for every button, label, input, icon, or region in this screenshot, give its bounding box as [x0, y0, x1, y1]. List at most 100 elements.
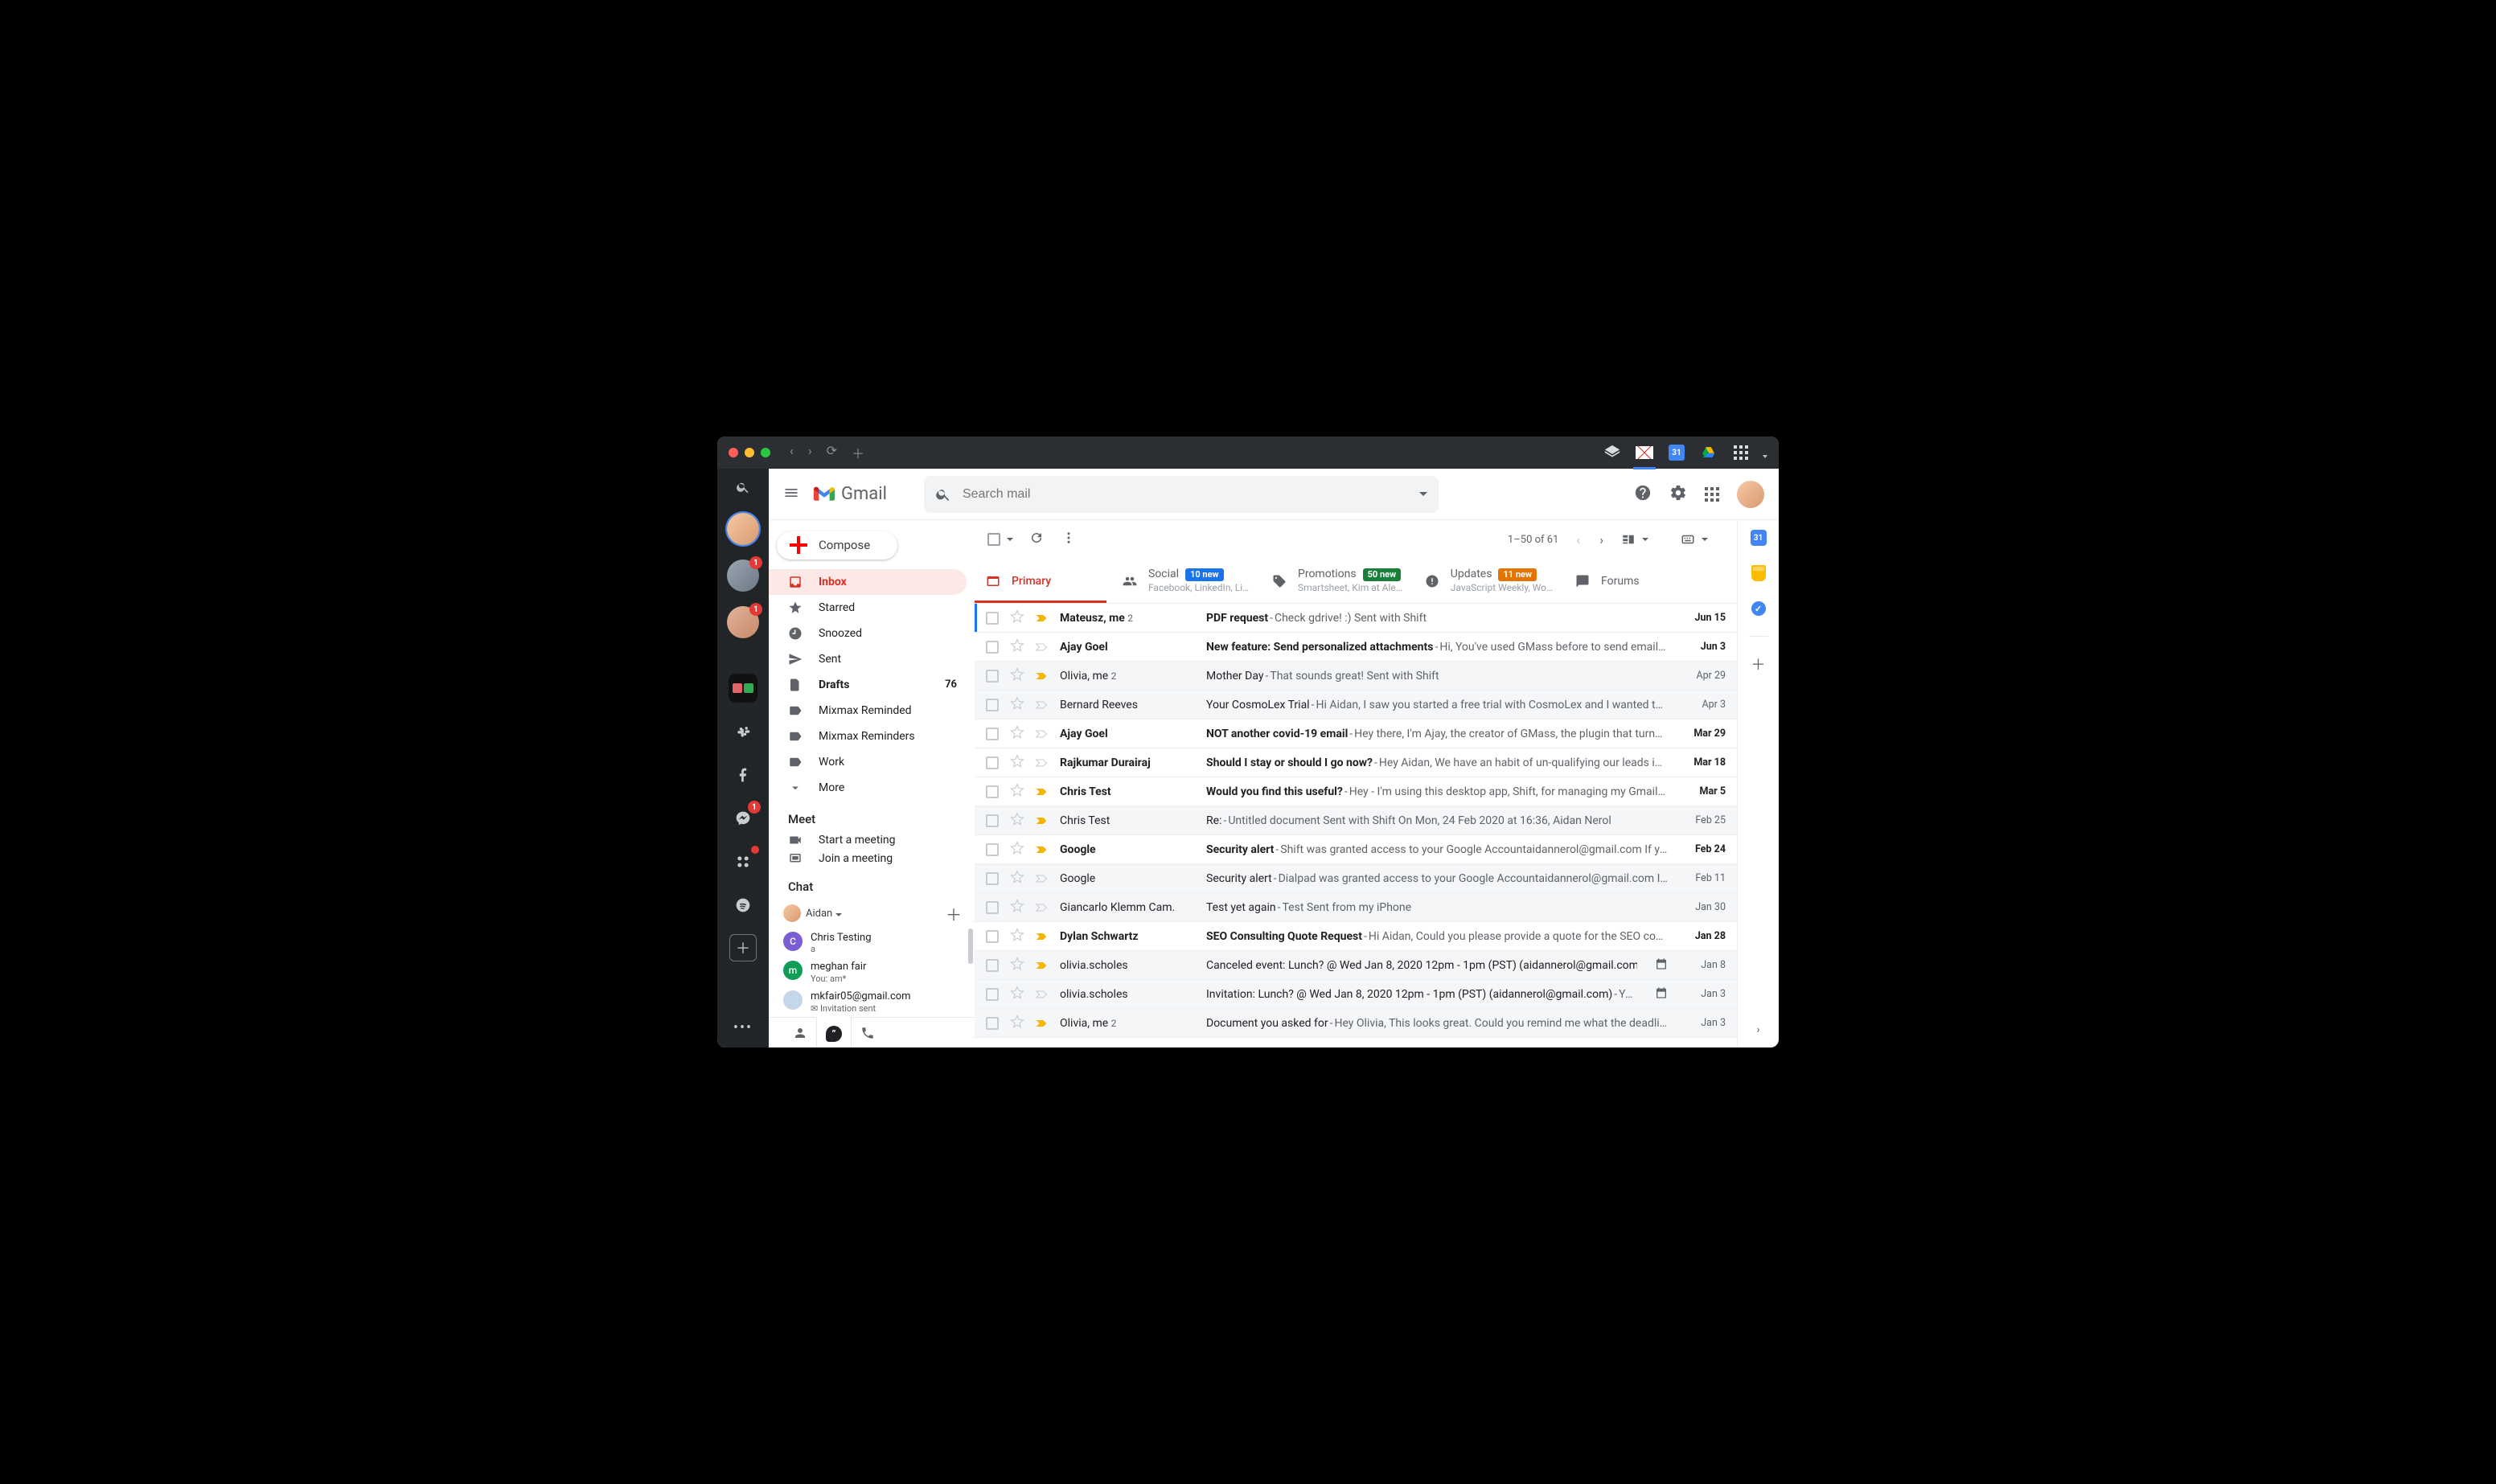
gmail-logo[interactable]: Gmail: [812, 484, 887, 504]
rail-collapse-button[interactable]: ›: [1751, 1022, 1767, 1038]
nav-item-inbox[interactable]: Inbox: [769, 569, 967, 595]
nav-item-mixmax-reminders[interactable]: Mixmax Reminders: [769, 724, 967, 749]
nav-item-snoozed[interactable]: Snoozed: [769, 621, 967, 646]
chat-item[interactable]: mmeghan fairYou: am*: [769, 957, 975, 987]
input-tools-button[interactable]: [1681, 532, 1724, 547]
mail-row[interactable]: Dylan SchwartzSEO Consulting Quote Reque…: [975, 922, 1737, 951]
star-icon[interactable]: [1010, 609, 1024, 627]
rail-tasks-icon[interactable]: ✓: [1751, 601, 1767, 617]
star-icon[interactable]: [1010, 841, 1024, 859]
star-icon[interactable]: [1010, 986, 1024, 1003]
dock-app-contacts[interactable]: [729, 674, 757, 703]
importance-marker[interactable]: [1036, 613, 1049, 624]
row-checkbox[interactable]: [986, 901, 999, 914]
star-icon[interactable]: [1010, 783, 1024, 801]
tab-promotions[interactable]: Promotions50 newSmartsheet, Kim at Ale…: [1261, 559, 1414, 603]
dock-app-spotify[interactable]: [729, 891, 757, 920]
star-icon[interactable]: [1010, 638, 1024, 656]
row-checkbox[interactable]: [986, 699, 999, 711]
nav-item-mixmax-reminded[interactable]: Mixmax Reminded: [769, 698, 967, 724]
search-box[interactable]: [924, 476, 1439, 513]
rail-keep-icon[interactable]: [1751, 565, 1767, 581]
back-button[interactable]: ‹: [790, 443, 794, 462]
star-icon[interactable]: [1010, 754, 1024, 772]
mail-row[interactable]: Ajay GoelNOT another covid-19 email - He…: [975, 719, 1737, 748]
row-checkbox[interactable]: [986, 814, 999, 827]
phone-tab[interactable]: [851, 1018, 885, 1048]
row-checkbox[interactable]: [986, 785, 999, 798]
row-checkbox[interactable]: [986, 756, 999, 769]
contacts-tab[interactable]: [783, 1018, 817, 1048]
importance-marker[interactable]: [1036, 873, 1049, 884]
rail-addons-button[interactable]: ＋: [1751, 656, 1767, 672]
prev-page-button[interactable]: ‹: [1574, 532, 1582, 547]
mail-row[interactable]: Giancarlo Klemm Cam.Test yet again - Tes…: [975, 893, 1737, 922]
star-icon[interactable]: [1010, 696, 1024, 714]
titlebar-dropdown[interactable]: [1763, 455, 1767, 458]
chat-item[interactable]: mkfair05@gmail.com✉ Invitation sent: [769, 987, 975, 1017]
nav-item-starred[interactable]: Starred: [769, 595, 967, 621]
row-checkbox[interactable]: [986, 641, 999, 654]
importance-marker[interactable]: [1036, 931, 1049, 942]
maximize-window-button[interactable]: [761, 448, 770, 457]
star-icon[interactable]: [1010, 667, 1024, 685]
chat-add-button[interactable]: ＋: [946, 902, 962, 925]
importance-marker[interactable]: [1036, 815, 1049, 826]
chat-item[interactable]: CChris Testinga: [769, 929, 975, 958]
mail-row[interactable]: Mateusz, me 2PDF request - Check gdrive!…: [975, 604, 1737, 633]
workspace-avatar-3[interactable]: 1: [727, 606, 759, 638]
compose-button[interactable]: Compose: [777, 531, 897, 560]
star-icon[interactable]: [1010, 1015, 1024, 1032]
row-checkbox[interactable]: [986, 612, 999, 625]
tab-social[interactable]: Social10 newFacebook, LinkedIn, Li…: [1111, 559, 1261, 603]
star-icon[interactable]: [1010, 812, 1024, 830]
minimize-window-button[interactable]: [745, 448, 754, 457]
mail-row[interactable]: GoogleSecurity alert - Shift was granted…: [975, 835, 1737, 864]
importance-marker[interactable]: [1036, 960, 1049, 971]
dock-more-button[interactable]: •••: [733, 1019, 753, 1036]
workspace-avatar-1[interactable]: [727, 513, 759, 545]
importance-marker[interactable]: [1036, 786, 1049, 797]
dock-app-facebook[interactable]: [729, 760, 757, 789]
mail-row[interactable]: Ajay GoelNew feature: Send personalized …: [975, 633, 1737, 662]
dock-app-messenger[interactable]: 1: [729, 804, 757, 833]
chat-scrollbar[interactable]: [968, 929, 973, 964]
row-checkbox[interactable]: [986, 843, 999, 856]
apps-grid-icon[interactable]: [1732, 444, 1750, 461]
next-page-button[interactable]: ›: [1598, 532, 1605, 547]
nav-item-work[interactable]: Work: [769, 749, 967, 775]
google-apps-button[interactable]: [1705, 487, 1719, 502]
account-avatar[interactable]: [1737, 481, 1764, 508]
row-checkbox[interactable]: [986, 670, 999, 683]
importance-marker[interactable]: [1036, 728, 1049, 740]
more-button[interactable]: [1061, 531, 1076, 548]
importance-marker[interactable]: [1036, 989, 1049, 1000]
search-input[interactable]: [963, 487, 1408, 502]
mail-row[interactable]: Olivia, me 2Document you asked for - Hey…: [975, 1009, 1737, 1038]
row-checkbox[interactable]: [986, 872, 999, 885]
row-checkbox[interactable]: [986, 930, 999, 943]
importance-marker[interactable]: [1036, 1018, 1049, 1029]
mail-row[interactable]: Chris TestWould you find this useful? - …: [975, 777, 1737, 806]
tab-forums[interactable]: Forums: [1564, 559, 1677, 603]
gmail-app-icon[interactable]: [1636, 444, 1653, 461]
star-icon[interactable]: [1010, 899, 1024, 916]
close-window-button[interactable]: [729, 448, 738, 457]
hamburger-button[interactable]: [783, 485, 799, 504]
dock-app-grid[interactable]: [729, 847, 757, 876]
join-meeting-button[interactable]: Join a meeting: [769, 850, 975, 868]
search-options-caret[interactable]: [1419, 492, 1427, 496]
hangouts-tab[interactable]: [817, 1018, 851, 1048]
dock-app-slack[interactable]: [729, 717, 757, 746]
row-checkbox[interactable]: [986, 988, 999, 1001]
mail-row[interactable]: olivia.scholesInvitation: Lunch? @ Wed J…: [975, 980, 1737, 1009]
star-icon[interactable]: [1010, 870, 1024, 888]
refresh-button[interactable]: [1029, 531, 1044, 548]
row-checkbox[interactable]: [986, 1017, 999, 1030]
importance-marker[interactable]: [1036, 670, 1049, 682]
forward-button[interactable]: ›: [808, 443, 812, 462]
split-pane-button[interactable]: [1621, 532, 1665, 547]
nav-item-drafts[interactable]: Drafts76: [769, 672, 967, 698]
mail-row[interactable]: Bernard ReevesYour CosmoLex Trial - Hi A…: [975, 691, 1737, 719]
reload-button[interactable]: ⟳: [827, 443, 837, 462]
